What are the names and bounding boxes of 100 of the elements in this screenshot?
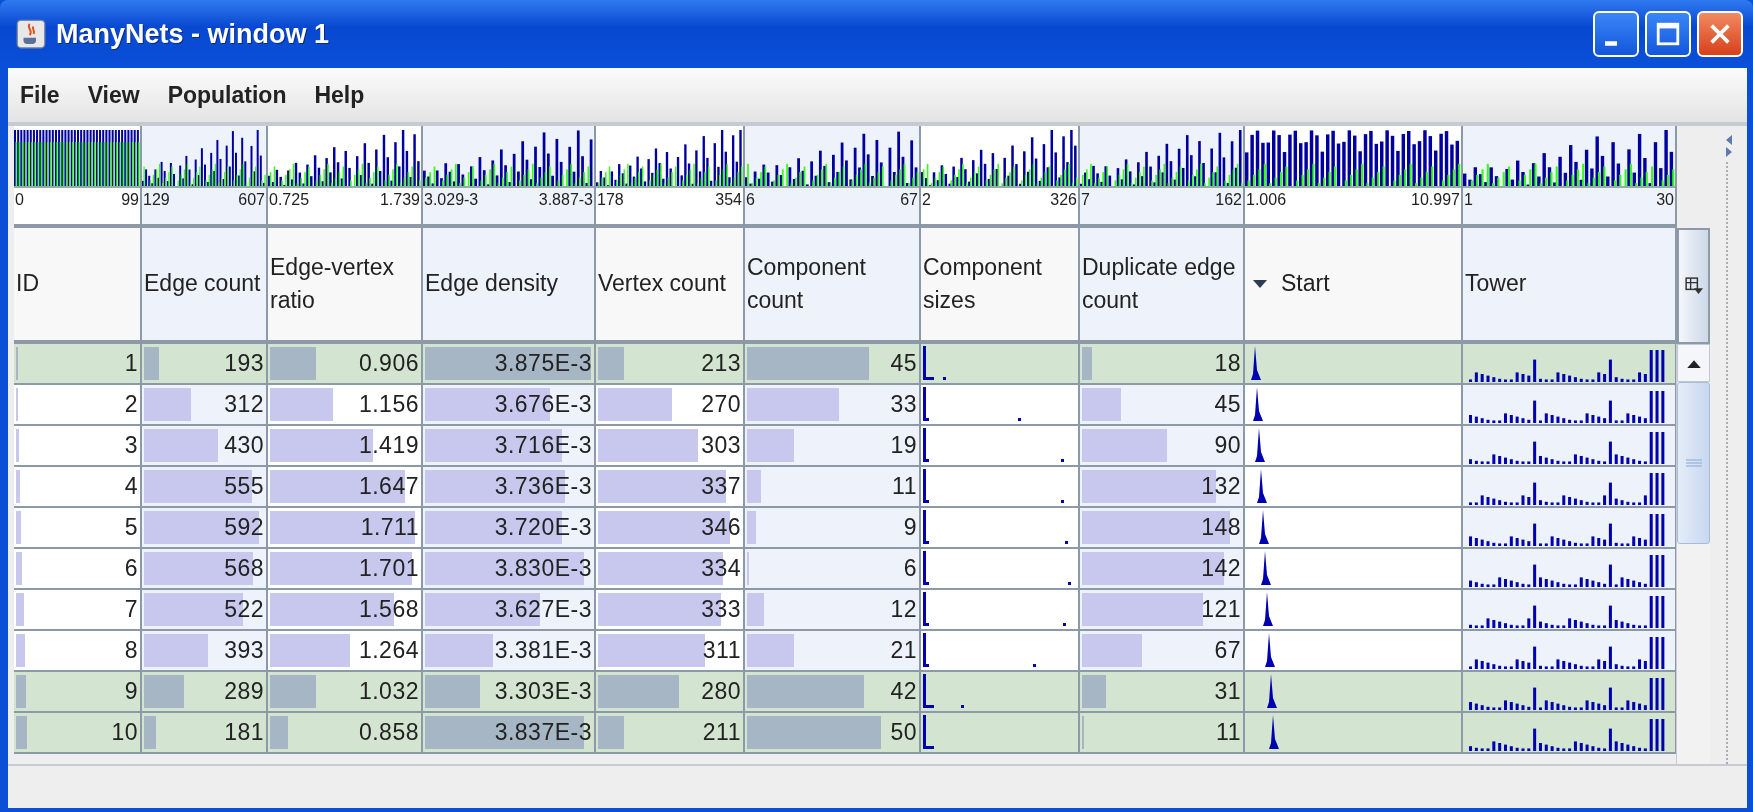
- table-row[interactable]: 4 555 1.647 3.736E-3 337 11 132: [14, 467, 1676, 508]
- table-cell-text: 3.830E-3: [494, 555, 593, 582]
- table-cell-text: 3.303E-3: [494, 678, 593, 705]
- column-header[interactable]: Component sizes: [921, 228, 1080, 344]
- table-cell-text: 0.858: [358, 719, 420, 746]
- up-arrow-icon: [1686, 358, 1701, 368]
- table-cell-text: 1.568: [358, 596, 420, 623]
- table-cell-text: 6: [903, 555, 918, 582]
- table-cell-text: 4: [124, 473, 139, 500]
- sparkline-drawing: [923, 674, 964, 708]
- table-cell-text: 193: [224, 350, 265, 377]
- table-cell-text: 333: [701, 596, 742, 623]
- menu-item[interactable]: View: [87, 81, 140, 109]
- table-cell-text: 33: [890, 391, 918, 418]
- table-cell-text: 555: [224, 473, 265, 500]
- column-chooser-button[interactable]: [1677, 228, 1710, 344]
- table-cell-text: 3.875E-3: [494, 350, 593, 377]
- histogram-min-label: 6: [746, 191, 755, 209]
- table-row[interactable]: 9 289 1.032 3.303E-3 280 42 31: [14, 672, 1676, 713]
- table-cell-text: 132: [1201, 473, 1242, 500]
- table-cell-text: 3.627E-3: [494, 596, 593, 623]
- table-row[interactable]: 10 181 0.858 3.837E-3 211 50 11: [14, 713, 1676, 754]
- vertical-scrollbar[interactable]: [1676, 344, 1710, 764]
- column-header[interactable]: Edge count: [142, 228, 268, 344]
- table-cell-text: 181: [224, 719, 265, 746]
- column-header[interactable]: Tower: [1463, 228, 1677, 344]
- table-cell-text: 42: [890, 678, 918, 705]
- sparkline-drawing: [923, 715, 934, 749]
- sparkline-drawing: [923, 346, 946, 380]
- histogram-max-label: 326: [1050, 191, 1077, 209]
- histogram-min-label: 1: [1464, 191, 1473, 209]
- scroll-thumb[interactable]: [1677, 382, 1710, 544]
- histogram-max-label: 354: [715, 191, 742, 209]
- maximize-icon: [1654, 20, 1682, 48]
- table-cell-text: 121: [1201, 596, 1242, 623]
- table-cell-text: 0.906: [358, 350, 420, 377]
- table-dropdown-icon: [1684, 277, 1703, 295]
- histogram-min-label: 178: [597, 191, 624, 209]
- histogram-min-label: 0: [15, 191, 24, 209]
- table-cell-text: 12: [890, 596, 918, 623]
- table-row[interactable]: 6 568 1.701 3.830E-3 334 6 142: [14, 549, 1676, 590]
- column-header[interactable]: ID: [14, 228, 142, 344]
- table-cell-text: 3.676E-3: [494, 391, 593, 418]
- table-row[interactable]: 7 522 1.568 3.627E-3 333 12 121: [14, 590, 1676, 631]
- table-cell-text: 303: [701, 432, 742, 459]
- column-header[interactable]: Component count: [745, 228, 921, 344]
- table-cell-text: 3.837E-3: [494, 719, 593, 746]
- table-cell-text: 1.711: [360, 514, 420, 541]
- table-row[interactable]: 3 430 1.419 3.716E-3 303 19 90: [14, 426, 1676, 467]
- table-cell-text: 3.720E-3: [494, 514, 593, 541]
- column-header[interactable]: Edge density: [423, 228, 596, 344]
- table-cell-text: 213: [701, 350, 742, 377]
- table-row[interactable]: 1 193 0.906 3.875E-3 213 45 18: [14, 344, 1676, 385]
- menu-item[interactable]: Population: [167, 81, 287, 109]
- menu-item[interactable]: File: [20, 81, 60, 109]
- table-row[interactable]: 2 312 1.156 3.676E-3 270 33 45: [14, 385, 1676, 426]
- table-cell-text: 10: [111, 719, 139, 746]
- table-cell-text: 280: [701, 678, 742, 705]
- column-header[interactable]: Duplicate edge count: [1080, 228, 1245, 344]
- close-button[interactable]: [1697, 11, 1743, 57]
- table-cell-text: 8: [124, 637, 139, 664]
- minimize-button[interactable]: [1593, 11, 1639, 57]
- table-row[interactable]: 5 592 1.711 3.720E-3 346 9 148: [14, 508, 1676, 549]
- table-cell-text: 592: [224, 514, 265, 541]
- table-row[interactable]: 8 393 1.264 3.381E-3 311 21 67: [14, 631, 1676, 672]
- table-cell-text: 1.419: [358, 432, 420, 459]
- table-cell-text: 430: [224, 432, 265, 459]
- table-cell-text: 3.381E-3: [494, 637, 593, 664]
- histogram-max-label: 1.739: [379, 191, 420, 209]
- table-cell-text: 11: [892, 473, 918, 500]
- menu-item[interactable]: Help: [314, 81, 365, 109]
- collapse-arrows-icon[interactable]: [1723, 134, 1734, 158]
- table-cell-text: 211: [702, 719, 742, 746]
- table-cell-text: 11: [1216, 719, 1242, 746]
- table-cell-text: 393: [224, 637, 265, 664]
- histogram-max-label: 10.997: [1411, 191, 1460, 209]
- histogram-max-label: 607: [238, 191, 265, 209]
- column-header[interactable]: Vertex count: [596, 228, 745, 344]
- sort-descending-icon: [1253, 279, 1267, 289]
- maximize-button[interactable]: [1645, 11, 1691, 57]
- table-cell-text: 21: [890, 637, 918, 664]
- table-cell-text: 90: [1214, 432, 1242, 459]
- column-header[interactable]: Edge-vertex ratio: [268, 228, 423, 344]
- coffee-cup-icon: [16, 19, 46, 49]
- table-cell-text: 334: [701, 555, 742, 582]
- window-title: ManyNets - window 1: [56, 18, 331, 50]
- table-cell-text: 31: [1214, 678, 1242, 705]
- histogram-max-label: 99: [121, 191, 139, 209]
- table-cell-text: 1.701: [358, 555, 420, 582]
- table-cell-text: 312: [224, 391, 265, 418]
- table-cell-text: 337: [701, 473, 742, 500]
- column-header[interactable]: Start: [1245, 228, 1463, 344]
- histogram-min-label: 1.006: [1246, 191, 1287, 209]
- scroll-up-button[interactable]: [1677, 344, 1710, 382]
- histogram-max-label: 30: [1656, 191, 1674, 209]
- table-cell-text: 568: [224, 555, 265, 582]
- histogram-min-label: 3.029-3: [424, 191, 479, 209]
- table-cell-text: 2: [124, 391, 139, 418]
- histogram-max-label: 3.887-3: [538, 191, 593, 209]
- table-cell-text: 9: [903, 514, 918, 541]
